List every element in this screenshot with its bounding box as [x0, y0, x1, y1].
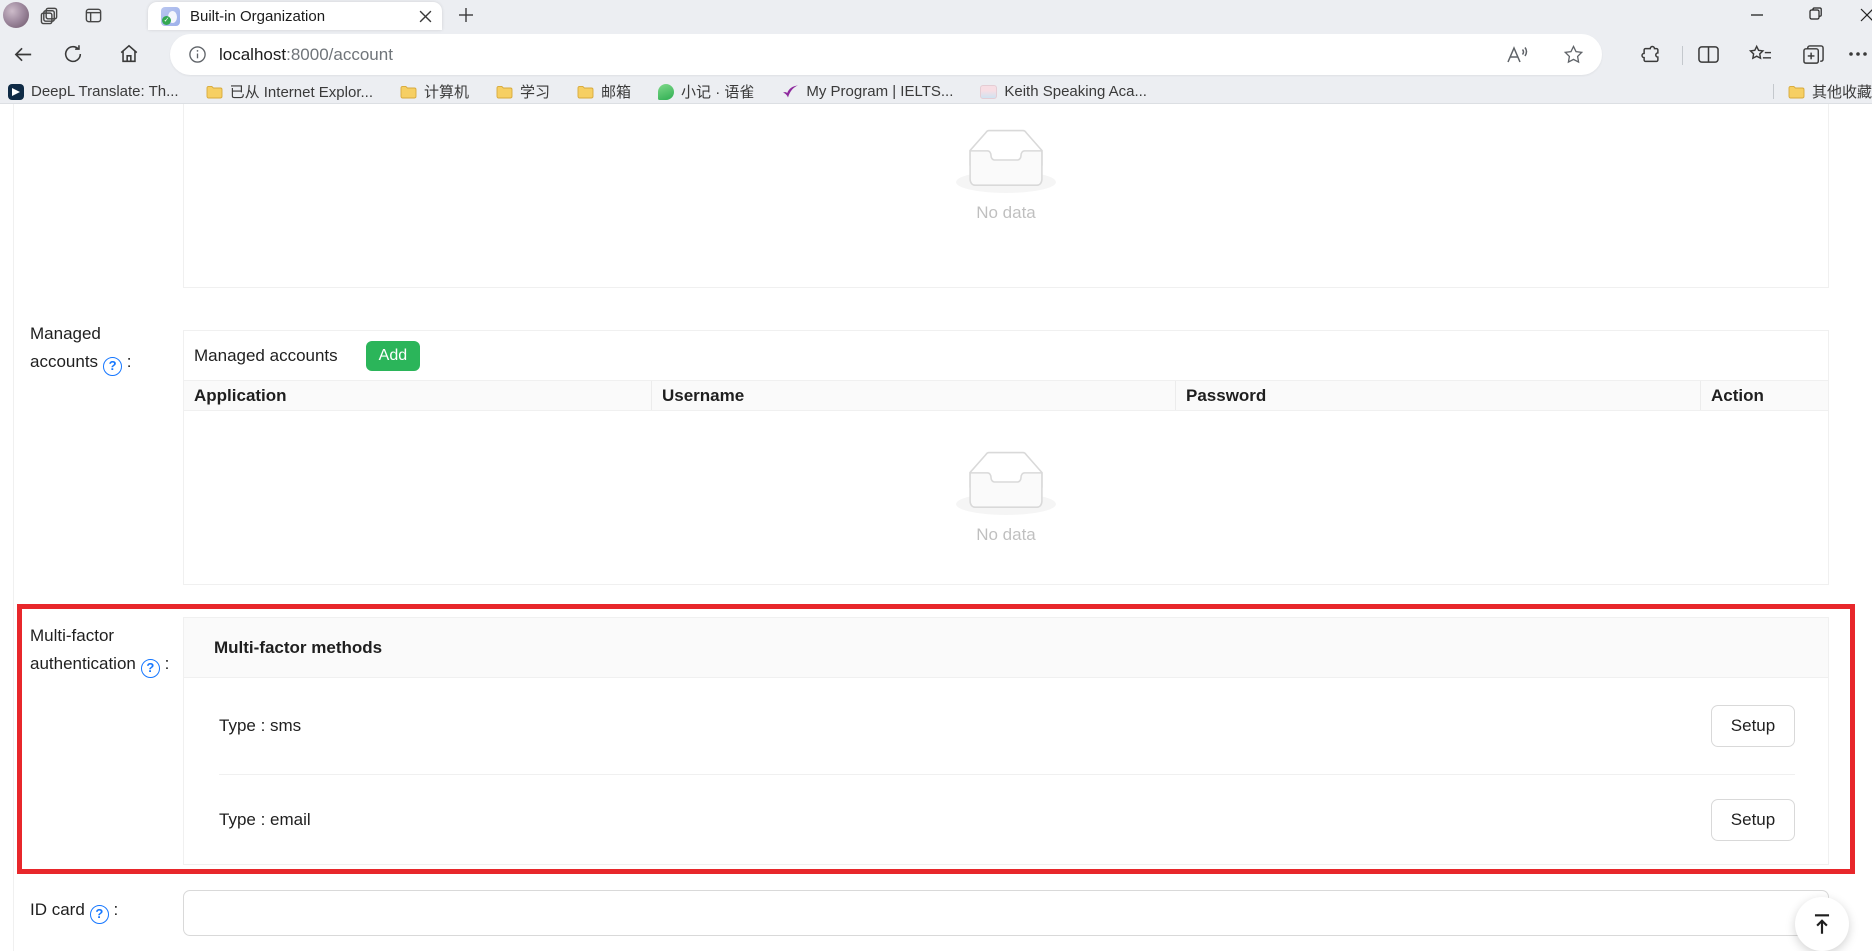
- help-icon[interactable]: ?: [90, 905, 109, 924]
- refresh-icon[interactable]: [62, 43, 84, 65]
- split-screen-icon[interactable]: [1697, 44, 1720, 65]
- bookmark-yuque[interactable]: 小记 · 语雀: [658, 81, 754, 102]
- empty-box-icon: [956, 451, 1056, 515]
- toolbar-divider: [1682, 46, 1683, 65]
- back-to-top-button[interactable]: [1795, 897, 1849, 951]
- bookmark-keith[interactable]: Keith Speaking Aca...: [980, 83, 1147, 100]
- column-header-action[interactable]: Action: [1701, 381, 1828, 410]
- extensions-icon[interactable]: [1640, 44, 1662, 66]
- home-icon[interactable]: [118, 43, 140, 65]
- folder-icon: [206, 85, 223, 99]
- managed-accounts-titlebar: Managed accounts Add: [184, 331, 1828, 381]
- bookmark-folder-study[interactable]: 学习: [496, 81, 550, 102]
- help-icon[interactable]: ?: [103, 357, 122, 376]
- empty-text: No data: [976, 203, 1036, 223]
- browser-chrome: ✓ Built-in Organization: [0, 0, 1872, 104]
- managed-accounts-card: Managed accounts Add Application Usernam…: [183, 330, 1829, 585]
- restore-window-icon[interactable]: [1808, 6, 1823, 21]
- setup-button-email[interactable]: Setup: [1711, 799, 1795, 841]
- mfa-field-label: Multi-factor authentication? :: [30, 622, 169, 678]
- new-tab-icon[interactable]: [458, 7, 474, 23]
- browser-window: ✓ Built-in Organization: [0, 0, 1872, 951]
- table-empty-body: No data: [184, 411, 1828, 584]
- favorite-star-icon[interactable]: [1563, 44, 1584, 65]
- bookmarks-bar: DeepL Translate: Th... 已从 Internet Explo…: [0, 80, 1872, 104]
- yuque-icon: [658, 84, 674, 100]
- folder-icon: [1788, 85, 1805, 99]
- casdoor-favicon-icon: ✓: [161, 7, 180, 26]
- column-header-password[interactable]: Password: [1176, 381, 1701, 410]
- mfa-card: Multi-factor methods Type : sms Setup Ty…: [183, 617, 1829, 865]
- page-content: No data Managed accounts? : Managed acco…: [0, 104, 1872, 951]
- read-aloud-icon[interactable]: [1505, 45, 1529, 65]
- url-path: :8000/account: [286, 45, 393, 64]
- column-header-application[interactable]: Application: [184, 381, 652, 410]
- form-left-border: [13, 104, 14, 951]
- folder-icon: [400, 85, 417, 99]
- bookmark-folder-mail[interactable]: 邮箱: [577, 81, 631, 102]
- mfa-card-title: Multi-factor methods: [184, 618, 1828, 678]
- idcard-input[interactable]: [183, 890, 1829, 936]
- site-info-icon[interactable]: [188, 45, 207, 64]
- table-header-row: Application Username Password Action: [184, 381, 1828, 411]
- workspaces-icon[interactable]: [40, 6, 59, 25]
- mfa-row-sms: Type : sms Setup: [219, 678, 1795, 775]
- favorites-hub-icon[interactable]: [1748, 44, 1773, 65]
- tab-actions-icon[interactable]: [84, 6, 103, 25]
- column-header-username[interactable]: Username: [652, 381, 1176, 410]
- folder-icon: [496, 85, 513, 99]
- minimize-window-icon[interactable]: [1750, 8, 1764, 22]
- profile-avatar[interactable]: [3, 2, 29, 28]
- bookmarks-divider: [1773, 84, 1774, 99]
- ielts-check-icon: [781, 84, 799, 100]
- deepl-icon: [8, 84, 24, 100]
- managed-accounts-title: Managed accounts: [194, 346, 338, 366]
- url-host: localhost: [219, 45, 286, 64]
- managed-accounts-field-label: Managed accounts? :: [30, 320, 132, 376]
- top-table-card: No data: [183, 104, 1829, 288]
- other-favorites[interactable]: 其他收藏: [1773, 81, 1872, 102]
- setup-button-sms[interactable]: Setup: [1711, 705, 1795, 747]
- keith-icon: [980, 85, 997, 99]
- settings-menu-icon[interactable]: [1848, 51, 1868, 57]
- idcard-field-label: ID card? :: [30, 896, 118, 924]
- browser-toolbar: localhost:8000/account: [0, 30, 1872, 80]
- mfa-type-label: Type : email: [219, 810, 311, 830]
- folder-icon: [577, 85, 594, 99]
- empty-box-icon: [956, 129, 1056, 193]
- mfa-row-email: Type : email Setup: [219, 775, 1795, 864]
- help-icon[interactable]: ?: [141, 659, 160, 678]
- bookmark-folder-computer[interactable]: 计算机: [400, 81, 469, 102]
- tab-close-icon[interactable]: [419, 10, 432, 23]
- browser-tab[interactable]: ✓ Built-in Organization: [148, 2, 442, 30]
- mfa-list: Type : sms Setup Type : email Setup: [184, 678, 1828, 864]
- bookmark-ielts[interactable]: My Program | IELTS...: [781, 83, 953, 100]
- url-text[interactable]: localhost:8000/account: [219, 45, 393, 65]
- mfa-type-label: Type : sms: [219, 716, 301, 736]
- close-window-icon[interactable]: [1860, 8, 1872, 22]
- add-button[interactable]: Add: [366, 341, 420, 371]
- empty-text: No data: [976, 525, 1036, 545]
- tab-strip: ✓ Built-in Organization: [0, 0, 1872, 30]
- scroll-top-icon: [1809, 911, 1835, 937]
- back-icon[interactable]: [12, 43, 35, 66]
- bookmark-deepl[interactable]: DeepL Translate: Th...: [8, 83, 179, 100]
- tab-title: Built-in Organization: [190, 8, 419, 25]
- collections-icon[interactable]: [1802, 44, 1825, 66]
- bookmark-folder-ie[interactable]: 已从 Internet Explor...: [206, 81, 373, 102]
- address-bar[interactable]: localhost:8000/account: [170, 34, 1602, 75]
